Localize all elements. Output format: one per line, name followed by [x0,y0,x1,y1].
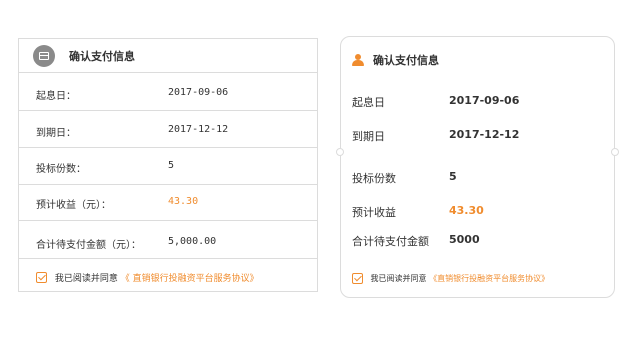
row-label: 预计收益 [352,206,396,219]
payment-info-card-right: 确认支付信息 起息日 2017-09-06 到期日 2017-12-12 投标份… [336,36,619,298]
row-value: 5 [449,170,457,183]
card-header: 确认支付信息 [19,39,317,73]
row-label: 预计收益（元）： [36,200,111,211]
row-value: 43.30 [168,196,199,207]
info-row-value-date: 起息日： 2017-09-06 [19,73,317,111]
card-title: 确认支付信息 [373,54,439,67]
user-icon [352,54,364,66]
checkbox-checked-icon[interactable] [36,272,47,283]
info-row-maturity-date: 到期日： 2017-12-12 [19,111,317,148]
row-value: 43.30 [449,204,484,217]
ticket-notch-left [336,148,344,156]
row-label: 起息日 [352,96,385,109]
info-row-total-amount: 合计待支付金额（元）： 5,000.00 [19,221,317,259]
ticket-notch-right [611,148,619,156]
info-row-expected-return: 预计收益（元）： 43.30 [19,185,317,221]
row-value: 5,000.00 [168,236,217,247]
row-label: 合计待支付金额（元）： [36,240,141,251]
row-value: 2017-12-12 [449,128,520,141]
row-label: 到期日 [352,130,385,143]
agreement-link[interactable]: 《 直销银行投融资平台服务协议》 [121,274,259,284]
info-row-shares: 投标份数： 5 [19,148,317,185]
payment-info-card-left: 确认支付信息 起息日： 2017-09-06 到期日： 2017-12-12 投… [18,38,318,292]
card-title: 确认支付信息 [69,50,135,63]
row-value: 2017-09-06 [168,87,229,98]
card-icon [33,45,55,67]
row-value: 2017-09-06 [449,94,520,107]
row-label: 起息日： [36,91,76,102]
row-label: 合计待支付金额 [352,235,429,248]
row-value: 2017-12-12 [168,124,229,135]
agreement-line: 我已阅读并同意 《 直销银行投融资平台服务协议》 [36,271,259,284]
agreement-text: 我已阅读并同意 [370,274,427,283]
row-label: 到期日： [36,128,76,139]
card-header: 确认支付信息 [341,37,614,87]
agreement-line: 我已阅读并同意 《直销银行投融资平台服务协议》 [352,273,549,284]
row-value: 5000 [449,233,480,246]
row-value: 5 [168,160,175,171]
row-label: 投标份数 [352,172,396,185]
row-label: 投标份数： [36,164,86,175]
checkbox-checked-icon[interactable] [352,273,363,284]
agreement-text: 我已阅读并同意 [54,274,118,284]
agreement-link[interactable]: 《直销银行投融资平台服务协议》 [429,274,549,283]
